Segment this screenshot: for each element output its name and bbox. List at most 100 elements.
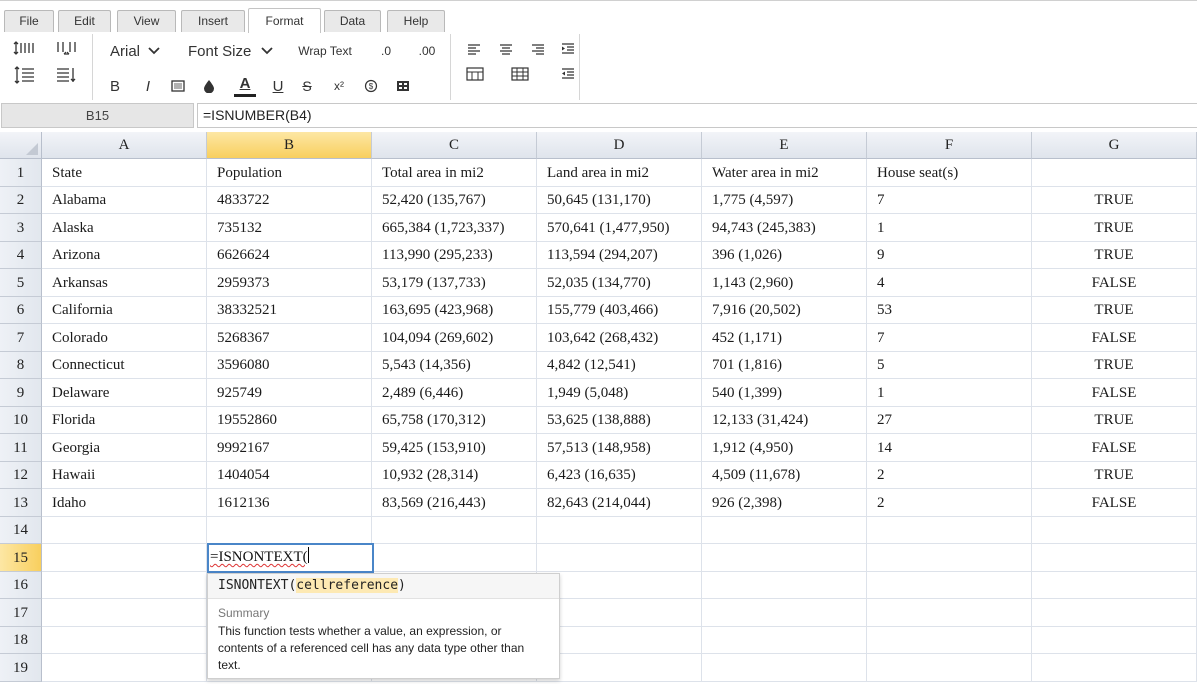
cell-g1[interactable] (1032, 159, 1197, 187)
cell-b7[interactable]: 5268367 (207, 324, 372, 352)
cell-c13[interactable]: 83,569 (216,443) (372, 489, 537, 517)
cell-d16[interactable] (537, 572, 702, 599)
cell-e1[interactable]: Water area in mi2 (702, 159, 867, 187)
cell-d9[interactable]: 1,949 (5,048) (537, 379, 702, 407)
cell-a17[interactable] (42, 599, 207, 627)
row-header[interactable]: 5 (0, 269, 42, 297)
cell-c15[interactable] (372, 544, 537, 572)
cell-a9[interactable]: Delaware (42, 379, 207, 407)
merge-cells-icon[interactable] (465, 65, 485, 83)
italic-button[interactable]: I (140, 76, 156, 96)
row-header[interactable]: 10 (0, 407, 42, 434)
cell-c4[interactable]: 113,990 (295,233) (372, 242, 537, 269)
cell-f19[interactable] (867, 654, 1032, 682)
indent-icon[interactable] (559, 40, 577, 58)
select-all-corner[interactable] (0, 132, 42, 159)
cell-g4[interactable]: TRUE (1032, 242, 1197, 269)
wrap-text-button[interactable]: Wrap Text (292, 40, 358, 62)
cell-d2[interactable]: 50,645 (131,170) (537, 187, 702, 214)
cell-a19[interactable] (42, 654, 207, 682)
font-size-dropdown[interactable]: Font Size (184, 40, 280, 62)
cell-g8[interactable]: TRUE (1032, 352, 1197, 379)
cell-g14[interactable] (1032, 517, 1197, 544)
cell-e8[interactable]: 701 (1,816) (702, 352, 867, 379)
cell-e11[interactable]: 1,912 (4,950) (702, 434, 867, 462)
cell-c11[interactable]: 59,425 (153,910) (372, 434, 537, 462)
align-right-icon[interactable] (529, 40, 547, 58)
cell-f11[interactable]: 14 (867, 434, 1032, 462)
cell-f10[interactable]: 27 (867, 407, 1032, 434)
column-header-b[interactable]: B (207, 132, 372, 159)
cell-a8[interactable]: Connecticut (42, 352, 207, 379)
column-header-c[interactable]: C (372, 132, 537, 159)
cell-e14[interactable] (702, 517, 867, 544)
cell-c14[interactable] (372, 517, 537, 544)
tab-view[interactable]: View (117, 10, 176, 32)
cell-f1[interactable]: House seat(s) (867, 159, 1032, 187)
cell-b2[interactable]: 4833722 (207, 187, 372, 214)
cell-d10[interactable]: 53,625 (138,888) (537, 407, 702, 434)
row-header[interactable]: 12 (0, 462, 42, 489)
cell-d5[interactable]: 52,035 (134,770) (537, 269, 702, 297)
cell-e7[interactable]: 452 (1,171) (702, 324, 867, 352)
cell-e9[interactable]: 540 (1,399) (702, 379, 867, 407)
cell-d11[interactable]: 57,513 (148,958) (537, 434, 702, 462)
row-header[interactable]: 13 (0, 489, 42, 517)
increase-column-width-icon[interactable] (54, 38, 78, 58)
cell-d13[interactable]: 82,643 (214,044) (537, 489, 702, 517)
cell-b5[interactable]: 2959373 (207, 269, 372, 297)
cell-f18[interactable] (867, 627, 1032, 654)
row-header[interactable]: 16 (0, 572, 42, 599)
row-header[interactable]: 17 (0, 599, 42, 627)
cell-a2[interactable]: Alabama (42, 187, 207, 214)
cell-g11[interactable]: FALSE (1032, 434, 1197, 462)
outdent-icon[interactable] (559, 65, 577, 83)
text-color-button[interactable]: A (233, 72, 257, 100)
tab-file[interactable]: File (4, 10, 54, 32)
cell-b9[interactable]: 925749 (207, 379, 372, 407)
cell-e18[interactable] (702, 627, 867, 654)
superscript-button[interactable]: x² (330, 76, 348, 96)
cell-g17[interactable] (1032, 599, 1197, 627)
cell-b1[interactable]: Population (207, 159, 372, 187)
cell-f6[interactable]: 53 (867, 297, 1032, 324)
cell-g5[interactable]: FALSE (1032, 269, 1197, 297)
cell-b8[interactable]: 3596080 (207, 352, 372, 379)
cell-c10[interactable]: 65,758 (170,312) (372, 407, 537, 434)
cell-c6[interactable]: 163,695 (423,968) (372, 297, 537, 324)
cell-e10[interactable]: 12,133 (31,424) (702, 407, 867, 434)
cell-b10[interactable]: 19552860 (207, 407, 372, 434)
cell-f17[interactable] (867, 599, 1032, 627)
cell-e15[interactable] (702, 544, 867, 572)
row-header[interactable]: 19 (0, 654, 42, 682)
cell-g18[interactable] (1032, 627, 1197, 654)
cell-a14[interactable] (42, 517, 207, 544)
cell-a7[interactable]: Colorado (42, 324, 207, 352)
cell-reference-box[interactable]: B15 (1, 103, 194, 128)
cell-e13[interactable]: 926 (2,398) (702, 489, 867, 517)
cell-e19[interactable] (702, 654, 867, 682)
cell-e17[interactable] (702, 599, 867, 627)
row-header[interactable]: 6 (0, 297, 42, 324)
tab-insert[interactable]: Insert (181, 10, 245, 32)
cell-e3[interactable]: 94,743 (245,383) (702, 214, 867, 242)
row-header[interactable]: 4 (0, 242, 42, 269)
cell-a11[interactable]: Georgia (42, 434, 207, 462)
font-name-dropdown[interactable]: Arial (104, 40, 168, 62)
cell-d3[interactable]: 570,641 (1,477,950) (537, 214, 702, 242)
cell-d15[interactable] (537, 544, 702, 572)
fill-color-icon[interactable] (201, 76, 217, 96)
cell-c5[interactable]: 53,179 (137,733) (372, 269, 537, 297)
row-header[interactable]: 18 (0, 627, 42, 654)
row-header[interactable]: 1 (0, 159, 42, 187)
cell-d19[interactable] (537, 654, 702, 682)
tab-edit[interactable]: Edit (58, 10, 111, 32)
function-signature[interactable]: ISNONTEXT(cellreference) (208, 574, 559, 599)
increase-row-height-icon[interactable] (12, 38, 36, 58)
cell-g6[interactable]: TRUE (1032, 297, 1197, 324)
cell-b3[interactable]: 735132 (207, 214, 372, 242)
cell-a5[interactable]: Arkansas (42, 269, 207, 297)
cell-b6[interactable]: 38332521 (207, 297, 372, 324)
currency-format-icon[interactable]: $ (363, 76, 379, 96)
cell-a10[interactable]: Florida (42, 407, 207, 434)
